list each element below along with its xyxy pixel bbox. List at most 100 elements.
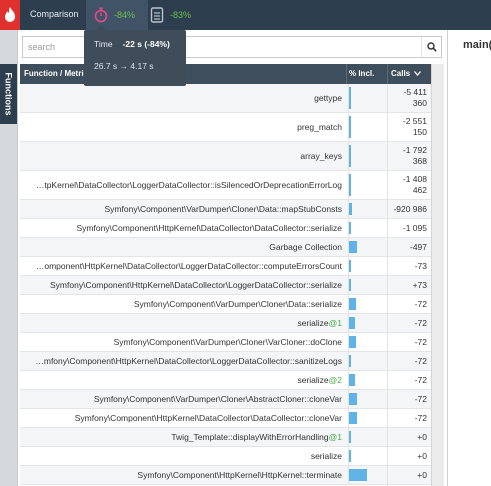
calls-cell: -72 — [387, 333, 431, 351]
table-row[interactable]: preg_match -2 551 150 — [20, 113, 431, 142]
calls-cell: +73 — [387, 276, 431, 294]
table-row[interactable]: Symfony\Component\HttpKernel\DataCollect… — [20, 409, 431, 428]
blackfire-logo[interactable] — [0, 0, 20, 30]
detail-panel: main( — [449, 30, 491, 486]
time-tooltip: Time -22 s (-84%) 26.7 s → 4.17 s — [84, 25, 186, 86]
table-scrollbar[interactable] — [431, 64, 444, 486]
function-name-text: gettype — [314, 93, 342, 103]
function-name-text: Twig_Template::displayWithErrorHandling — [171, 432, 329, 442]
table-row[interactable]: Symfony\Component\HttpKernel\HttpKernel:… — [20, 466, 431, 485]
incl-cell — [348, 314, 386, 332]
calls-value: -1 792 — [402, 145, 427, 155]
incl-bar — [349, 469, 368, 481]
incl-cell — [348, 295, 386, 313]
tooltip-label: Time — [94, 39, 113, 49]
incl-cell — [348, 171, 386, 199]
column-incl[interactable]: % Incl. — [346, 64, 386, 84]
tab-functions-label: Functions — [3, 72, 14, 116]
functions-table: gettype -5 411 360 preg_match -2 551 150 array… — [20, 84, 431, 486]
function-name: serialize @1 — [20, 314, 346, 332]
function-name: Symfony\Component\HttpKernel\DataCollect… — [20, 219, 346, 237]
table-row[interactable]: gettype -5 411 360 — [20, 84, 431, 113]
calls-value: 150 — [412, 127, 427, 137]
calls-cell: -1 792 368 — [387, 142, 431, 170]
time-metric-value: -84% — [114, 10, 136, 20]
function-name-text: …omponent\HttpKernel\DataCollector\Logge… — [35, 261, 342, 271]
table-row[interactable]: Symfony\Component\VarDumper\Cloner\Data:… — [20, 295, 431, 314]
calls-value: -497 — [409, 241, 427, 252]
incl-bar — [349, 374, 356, 386]
function-suffix: @1 — [328, 318, 342, 328]
function-name: …omponent\HttpKernel\DataCollector\Logge… — [20, 257, 346, 275]
table-row[interactable]: …omponent\HttpKernel\DataCollector\Logge… — [20, 257, 431, 276]
calls-cell: -72 — [387, 295, 431, 313]
function-name-text: …tpKernel\DataCollector\LoggerDataCollec… — [35, 180, 342, 190]
table-row[interactable]: Twig_Template::displayWithErrorHandling @… — [20, 428, 431, 447]
column-calls[interactable]: Calls — [387, 64, 431, 84]
calls-cell: -72 — [387, 352, 431, 370]
table-row[interactable]: Symfony\Component\VarDumper\Cloner\Data:… — [20, 200, 431, 219]
function-name: array_keys — [20, 142, 346, 170]
column-incl-label: % Incl. — [349, 69, 375, 78]
function-name-text: Symfony\Component\VarDumper\Cloner\Data:… — [104, 204, 342, 214]
incl-bar — [349, 412, 357, 424]
search-button[interactable] — [421, 37, 441, 57]
incl-cell — [348, 113, 386, 141]
function-name-text: preg_match — [297, 122, 342, 132]
table-row[interactable]: Symfony\Component\HttpKernel\DataCollect… — [20, 219, 431, 238]
calls-value: -5 411 — [403, 87, 427, 97]
functions-panel: Function / Metric % Incl. Calls gettype -… — [18, 30, 448, 486]
function-suffix: @1 — [328, 432, 342, 442]
table-row[interactable]: serialize @2 -72 — [20, 371, 431, 390]
search-icon — [426, 42, 437, 52]
function-name: Garbage Collection — [20, 238, 346, 256]
tooltip-detail: 26.7 s → 4.17 s — [94, 61, 154, 71]
function-suffix: @2 — [328, 375, 342, 385]
tooltip-value: -22 s (-84%) — [122, 39, 170, 49]
function-name: Symfony\Component\VarDumper\Cloner\Data:… — [20, 295, 346, 313]
table-row[interactable]: serialize @1 -72 — [20, 314, 431, 333]
function-name-text: serialize — [297, 318, 329, 328]
function-name: Symfony\Component\VarDumper\Cloner\Abstr… — [20, 390, 346, 408]
incl-bar — [349, 279, 351, 291]
calls-cell: -72 — [387, 371, 431, 389]
calls-cell: -1 095 — [387, 219, 431, 237]
calls-value: 360 — [412, 98, 427, 108]
tab-functions[interactable]: Functions — [0, 64, 17, 124]
function-name: Symfony\Component\VarDumper\Cloner\VarCl… — [20, 333, 346, 351]
incl-bar — [349, 174, 351, 196]
table-row[interactable]: Garbage Collection -497 — [20, 238, 431, 257]
table-row[interactable]: Symfony\Component\VarDumper\Cloner\VarCl… — [20, 333, 431, 352]
table-row[interactable]: …mfony\Component\HttpKernel\DataCollecto… — [20, 352, 431, 371]
calls-cell: -497 — [387, 238, 431, 256]
detail-title: main( — [463, 39, 491, 51]
search-input[interactable] — [23, 37, 419, 57]
table-row[interactable]: array_keys -1 792 368 — [20, 142, 431, 171]
function-name: gettype — [20, 84, 346, 112]
calls-cell: +0 — [387, 428, 431, 446]
incl-cell — [348, 466, 386, 484]
function-name: Symfony\Component\VarDumper\Cloner\Data:… — [20, 200, 346, 218]
table-row[interactable]: Symfony\Component\VarDumper\Cloner\Abstr… — [20, 390, 431, 409]
column-function-label: Function / Metric — [24, 69, 88, 78]
incl-cell — [348, 447, 386, 465]
incl-cell — [348, 390, 386, 408]
incl-bar — [349, 355, 351, 367]
page-title: Comparison — [30, 9, 79, 19]
table-row[interactable]: …tpKernel\DataCollector\LoggerDataCollec… — [20, 171, 431, 200]
table-row[interactable]: serialize +0 — [20, 447, 431, 466]
table-header: Function / Metric % Incl. Calls — [20, 64, 431, 84]
incl-bar — [349, 87, 351, 109]
calls-value: +73 — [412, 279, 427, 290]
table-row[interactable]: Symfony\Component\HttpKernel\DataCollect… — [20, 276, 431, 295]
function-name-text: serialize — [297, 375, 329, 385]
calls-value: 368 — [412, 156, 427, 166]
metric-tab-memory[interactable]: -83% — [148, 0, 208, 30]
calls-cell: -1 408 462 — [387, 171, 431, 199]
function-name-text: Symfony\Component\HttpKernel\DataCollect… — [50, 280, 342, 290]
column-calls-label: Calls — [391, 69, 411, 78]
incl-cell — [348, 333, 386, 351]
function-name-text: serialize — [310, 451, 342, 461]
incl-bar — [349, 336, 356, 348]
calls-value: +0 — [417, 450, 427, 461]
